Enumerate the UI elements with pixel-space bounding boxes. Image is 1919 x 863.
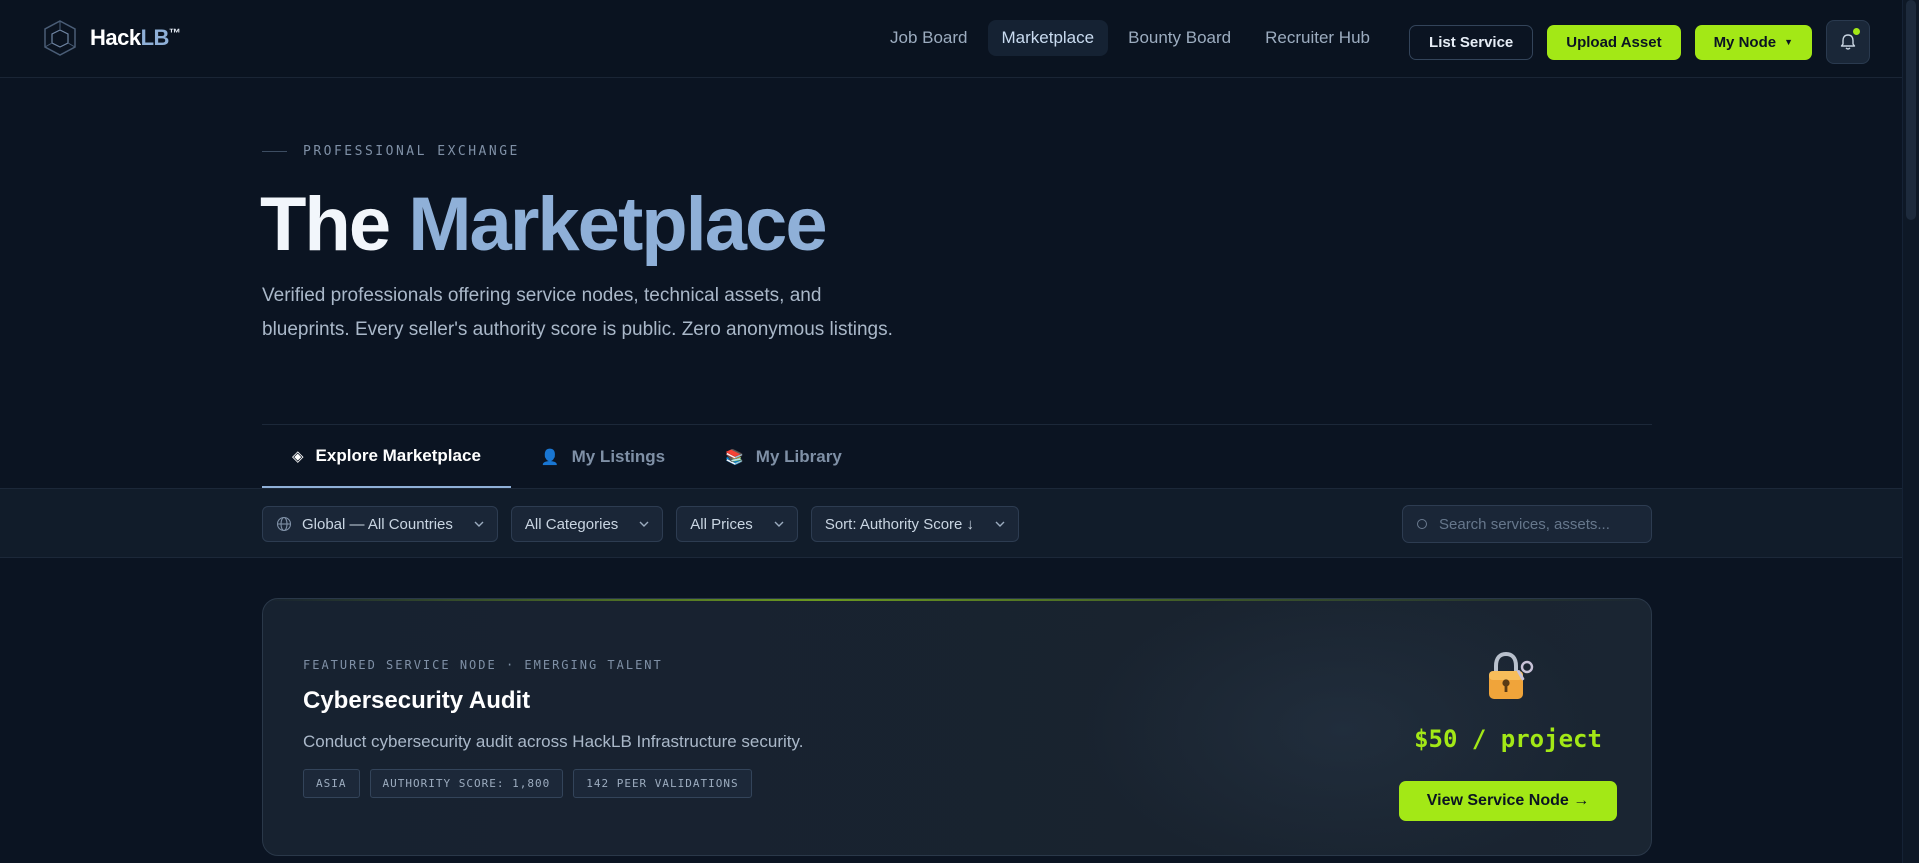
- chevron-down-icon: [474, 521, 484, 527]
- my-node-button[interactable]: My Node ▼: [1694, 24, 1812, 60]
- card-title: Cybersecurity Audit: [303, 687, 531, 714]
- tab-label: My Listings: [571, 446, 666, 466]
- eyebrow-line: [262, 151, 287, 152]
- brand-name: HackLB™: [90, 25, 181, 50]
- scrollbar-thumb[interactable]: [1906, 0, 1916, 220]
- card-eyebrow: FEATURED SERVICE NODE · EMERGING TALENT: [303, 658, 663, 672]
- page-scrollbar[interactable]: [1902, 0, 1919, 863]
- top-header: HackLB™ Job Board Marketplace Bounty Boa…: [0, 0, 1902, 78]
- price-select[interactable]: All Prices: [676, 506, 798, 542]
- sort-select[interactable]: Sort: Authority Score ↓: [810, 506, 1020, 542]
- card-pricing: $50 / project View Service Node →: [1393, 599, 1623, 855]
- tab-label: Explore Marketplace: [315, 445, 481, 465]
- sort-select-value: Sort: Authority Score ↓: [824, 515, 975, 533]
- globe-icon: [276, 516, 292, 532]
- tab-label: My Library: [755, 446, 842, 466]
- country-select[interactable]: Global — All Countries: [262, 506, 498, 542]
- tag-peer-validations: 142 PEER VALIDATIONS: [573, 769, 752, 798]
- brand-logo[interactable]: HackLB™: [40, 18, 181, 58]
- bell-icon: [1840, 34, 1856, 50]
- nav-recruiter-hub[interactable]: Recruiter Hub: [1251, 20, 1384, 56]
- search-input[interactable]: [1439, 515, 1639, 533]
- filter-group: Global — All Countries All Categories Al…: [262, 506, 1020, 542]
- tag-region: ASIA: [303, 769, 360, 798]
- page-subtitle: Verified professionals offering service …: [262, 285, 893, 340]
- hero-eyebrow: PROFESSIONAL EXCHANGE: [262, 144, 520, 159]
- category-select[interactable]: All Categories: [510, 506, 664, 542]
- diamond-icon: ◈: [292, 447, 304, 465]
- price-select-value: All Prices: [690, 515, 753, 533]
- country-select-value: Global — All Countries: [302, 515, 453, 533]
- caret-down-icon: ▼: [1784, 37, 1793, 47]
- category-select-value: All Categories: [524, 515, 619, 533]
- header-actions: List Service Upload Asset My Node ▼: [1409, 20, 1870, 64]
- filter-bar: Global — All Countries All Categories Al…: [0, 488, 1902, 558]
- chevron-down-icon: [774, 521, 784, 527]
- cube-logo-icon: [44, 20, 76, 56]
- notifications-button[interactable]: [1826, 20, 1870, 64]
- marketplace-tabs: ◈ Explore Marketplace 👤 My Listings 📚 My…: [262, 425, 872, 488]
- search-box[interactable]: [1402, 505, 1652, 543]
- featured-service-card: FEATURED SERVICE NODE · EMERGING TALENT …: [262, 598, 1652, 856]
- eyebrow-text: PROFESSIONAL EXCHANGE: [303, 144, 520, 159]
- search-icon: [1417, 519, 1427, 529]
- card-description: Conduct cybersecurity audit across HackL…: [303, 732, 804, 751]
- nav-bounty-board[interactable]: Bounty Board: [1114, 20, 1245, 56]
- books-icon: 📚: [725, 448, 744, 466]
- tab-explore-marketplace[interactable]: ◈ Explore Marketplace: [262, 425, 511, 488]
- page-title: The Marketplace: [260, 182, 828, 267]
- list-service-button[interactable]: List Service: [1409, 24, 1534, 60]
- card-tags: ASIA AUTHORITY SCORE: 1,800 142 PEER VAL…: [303, 769, 752, 798]
- nav-job-board[interactable]: Job Board: [876, 20, 982, 56]
- card-price: $50 / project: [1414, 725, 1602, 753]
- main-nav: Job Board Marketplace Bounty Board Recru…: [876, 20, 1384, 56]
- person-icon: 👤: [540, 448, 560, 466]
- chevron-down-icon: [639, 521, 649, 527]
- notification-dot: [1853, 28, 1860, 35]
- tab-my-library[interactable]: 📚 My Library: [695, 425, 872, 488]
- view-service-node-button[interactable]: View Service Node →: [1399, 781, 1617, 821]
- chevron-down-icon: [995, 521, 1005, 527]
- upload-asset-button[interactable]: Upload Asset: [1547, 24, 1681, 60]
- my-node-label: My Node: [1713, 33, 1777, 51]
- nav-marketplace[interactable]: Marketplace: [987, 20, 1109, 56]
- tag-authority-score: AUTHORITY SCORE: 1,800: [369, 769, 564, 798]
- tab-my-listings[interactable]: 👤 My Listings: [511, 425, 695, 488]
- lock-key-icon: [1489, 651, 1534, 699]
